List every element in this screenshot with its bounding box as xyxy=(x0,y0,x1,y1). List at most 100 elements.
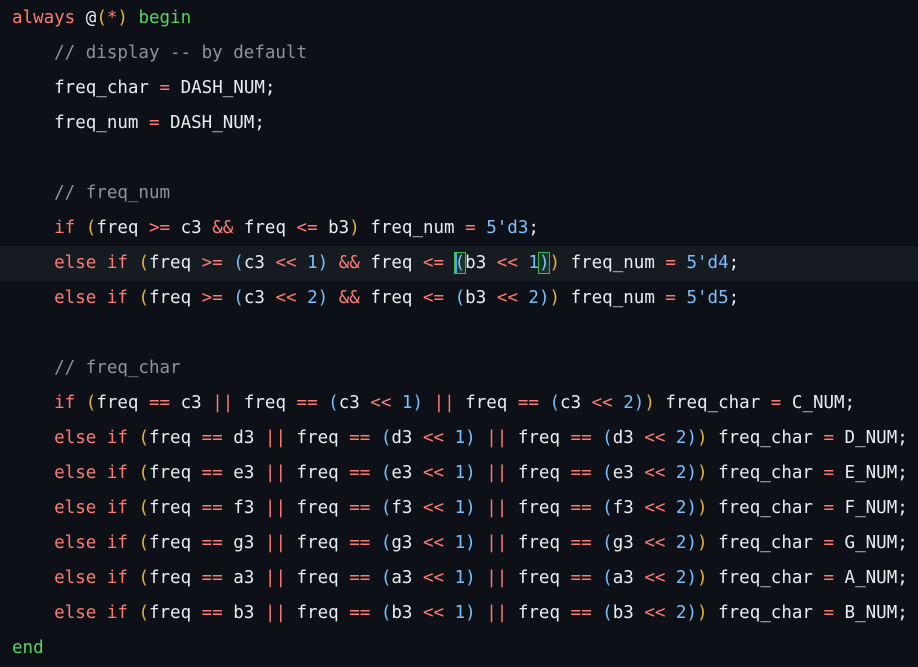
code-token: 1 xyxy=(517,253,539,273)
code-token: freq xyxy=(233,393,297,413)
code-token: e3 xyxy=(612,463,645,483)
code-token: else if xyxy=(12,568,139,588)
code-token: freq xyxy=(285,498,350,518)
code-token: 2 xyxy=(517,288,539,308)
code-token: freq xyxy=(148,463,202,483)
code-token: c3 xyxy=(338,393,371,413)
code-line[interactable]: else if (freq == b3 || freq == (b3 << 1)… xyxy=(0,596,918,631)
code-line[interactable]: // freq_char xyxy=(0,351,918,386)
code-token: freq xyxy=(507,463,571,483)
code-token: ) xyxy=(465,603,476,623)
code-token: ; xyxy=(728,253,740,273)
code-token: e3 xyxy=(222,463,265,483)
code-line[interactable]: else if (freq >= (c3 << 2) && freq <= (b… xyxy=(0,281,918,316)
code-line[interactable] xyxy=(0,141,918,176)
code-token: freq xyxy=(507,533,571,553)
code-token: F_NUM; xyxy=(834,498,908,518)
code-token: 2 xyxy=(665,498,687,518)
code-line[interactable]: else if (freq == a3 || freq == (a3 << 1)… xyxy=(0,561,918,596)
code-token: A_NUM; xyxy=(834,568,908,588)
code-line[interactable]: else if (freq == g3 || freq == (g3 << 1)… xyxy=(0,526,918,561)
code-token: freq xyxy=(148,428,202,448)
code-token: freq xyxy=(359,288,423,308)
code-token: 5'd3 xyxy=(475,218,529,238)
code-line-content: else if (freq == d3 || freq == (d3 << 1)… xyxy=(12,421,908,456)
code-token: if xyxy=(12,393,86,413)
code-line-content: else if (freq >= (c3 << 1) && freq <= (b… xyxy=(12,246,739,281)
code-token: ( xyxy=(454,288,466,308)
code-token: freq xyxy=(96,218,149,238)
code-token: == xyxy=(349,463,371,483)
code-editor[interactable]: always @(*) begin // display -- by defau… xyxy=(0,0,918,667)
code-line-content: else if (freq == b3 || freq == (b3 << 1)… xyxy=(12,596,908,631)
code-token: // display -- by default xyxy=(12,43,308,63)
code-token: g3 xyxy=(612,533,645,553)
code-token: c3 xyxy=(243,288,276,308)
code-token: // freq_char xyxy=(12,358,181,378)
code-token: >= xyxy=(201,253,223,273)
code-token: b3 xyxy=(317,218,350,238)
code-line[interactable]: if (freq >= c3 && freq <= b3) freq_num =… xyxy=(0,211,918,246)
code-token: || xyxy=(486,428,508,448)
code-token: g3 xyxy=(391,533,423,553)
code-token: && xyxy=(338,253,360,273)
code-line[interactable]: // freq_num xyxy=(0,176,918,211)
code-line[interactable]: if (freq == c3 || freq == (c3 << 1) || f… xyxy=(0,386,918,421)
code-token: && xyxy=(212,218,234,238)
code-token: ( xyxy=(602,498,613,518)
code-token: 2 xyxy=(665,603,687,623)
code-line[interactable]: end xyxy=(0,631,918,666)
code-token: == xyxy=(296,393,318,413)
code-token: << xyxy=(422,498,445,518)
code-line[interactable]: freq_char = DASH_NUM; xyxy=(0,71,918,106)
code-token: ( xyxy=(85,393,97,413)
code-token: else if xyxy=(12,498,139,518)
code-token: << xyxy=(422,533,445,553)
code-line[interactable]: else if (freq == f3 || freq == (f3 << 1)… xyxy=(0,491,918,526)
code-token: else if xyxy=(12,533,139,553)
code-line[interactable]: // display -- by default xyxy=(0,36,918,71)
code-token: begin xyxy=(127,8,192,28)
code-line[interactable]: freq_num = DASH_NUM; xyxy=(0,106,918,141)
code-token: || xyxy=(264,428,286,448)
code-token: ( xyxy=(138,428,149,448)
code-token: b3 xyxy=(465,288,497,308)
code-token: == xyxy=(201,533,223,553)
code-token: else if xyxy=(12,463,139,483)
code-token: freq xyxy=(359,253,423,273)
code-line-current[interactable]: else if (freq >= (c3 << 1) && freq <= (b… xyxy=(0,246,918,281)
code-line-content: always @(*) begin xyxy=(12,1,191,36)
code-line-content: else if (freq == f3 || freq == (f3 << 1)… xyxy=(12,491,908,526)
code-token: = xyxy=(159,78,171,98)
code-token: ( xyxy=(549,393,561,413)
code-token: end xyxy=(12,638,44,658)
code-token: ( xyxy=(96,8,107,28)
code-token: freq xyxy=(148,568,202,588)
code-token: ) xyxy=(633,393,645,413)
code-line[interactable]: else if (freq == d3 || freq == (d3 << 1)… xyxy=(0,421,918,456)
code-token: DASH_NUM; xyxy=(159,113,265,133)
code-token: g3 xyxy=(222,533,265,553)
code-token: = xyxy=(148,113,160,133)
code-token: == xyxy=(201,498,223,518)
code-line-content: else if (freq == e3 || freq == (e3 << 1)… xyxy=(12,456,908,491)
code-token: ( xyxy=(138,288,149,308)
code-line[interactable]: else if (freq == e3 || freq == (e3 << 1)… xyxy=(0,456,918,491)
code-line-content: else if (freq == a3 || freq == (a3 << 1)… xyxy=(12,561,908,596)
code-token: ( xyxy=(233,253,244,273)
code-token: ) xyxy=(412,393,424,413)
code-token: freq xyxy=(285,603,350,623)
code-line-content: // display -- by default xyxy=(12,36,307,71)
code-token: = xyxy=(665,288,676,308)
code-token: else if xyxy=(12,603,139,623)
code-token: == xyxy=(349,428,371,448)
code-token: << xyxy=(496,253,518,273)
code-line[interactable]: always @(*) begin xyxy=(0,1,918,36)
code-line-content: // freq_num xyxy=(12,176,170,211)
code-token: || xyxy=(486,603,508,623)
code-line[interactable] xyxy=(0,316,918,351)
